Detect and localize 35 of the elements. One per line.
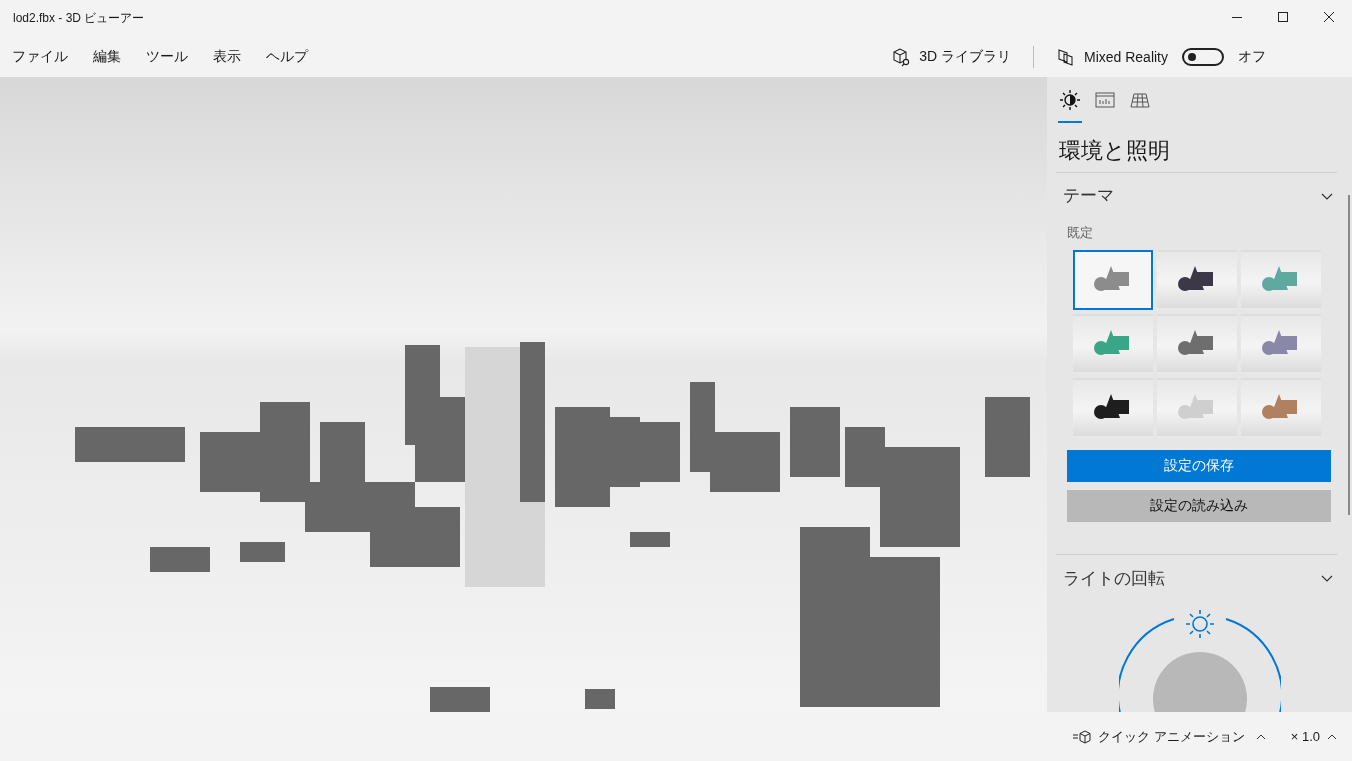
cubes-icon	[1055, 46, 1076, 67]
cube-search-icon	[891, 46, 912, 67]
menu-item[interactable]: ヘルプ	[258, 47, 316, 66]
theme-thumbnail[interactable]	[1073, 314, 1153, 374]
section-title: ライトの回転	[1063, 567, 1165, 590]
window-title: lod2.fbx - 3D ビューアー	[13, 9, 146, 27]
theme-thumbnail[interactable]	[1073, 378, 1153, 438]
menu-item[interactable]: 表示	[205, 47, 249, 66]
theme-thumbnail[interactable]	[1157, 250, 1237, 310]
menu-item[interactable]: 編集	[85, 47, 129, 66]
sun-icon[interactable]	[1185, 609, 1215, 639]
speed-button[interactable]: × 1.0	[1290, 729, 1320, 744]
light-rotation-dial[interactable]	[1119, 618, 1281, 712]
theme-thumbnail[interactable]	[1073, 250, 1153, 310]
panel-tab[interactable]	[1058, 89, 1082, 123]
chart-icon	[1094, 89, 1116, 111]
panel-heading: 環境と照明	[1059, 137, 1171, 165]
mixed-reality-toggle[interactable]	[1182, 47, 1224, 66]
menu-item[interactable]: ツール	[138, 47, 196, 66]
mixed-reality-label: Mixed Reality	[1083, 48, 1168, 65]
quick-animation-button[interactable]: クイック アニメーション	[1098, 727, 1245, 746]
theme-thumbnail[interactable]	[1241, 378, 1321, 438]
theme-thumbnail[interactable]	[1157, 314, 1237, 374]
theme-thumbnail[interactable]	[1241, 250, 1321, 310]
save-settings-button[interactable]: 設定の保存	[1067, 450, 1331, 482]
load-settings-button[interactable]: 設定の読み込み	[1067, 490, 1331, 522]
section-title: テーマ	[1063, 185, 1114, 207]
toggle-state-label: オフ	[1238, 47, 1266, 66]
theme-group-label: 既定	[1067, 224, 1094, 242]
theme-thumbnail[interactable]	[1157, 378, 1237, 438]
library-button[interactable]: 3D ライブラリ	[919, 47, 1011, 66]
menu-item[interactable]: ファイル	[4, 47, 76, 66]
sun-icon	[1059, 89, 1081, 111]
theme-thumbnail[interactable]	[1241, 314, 1321, 374]
animation-cube-icon	[1072, 728, 1093, 745]
